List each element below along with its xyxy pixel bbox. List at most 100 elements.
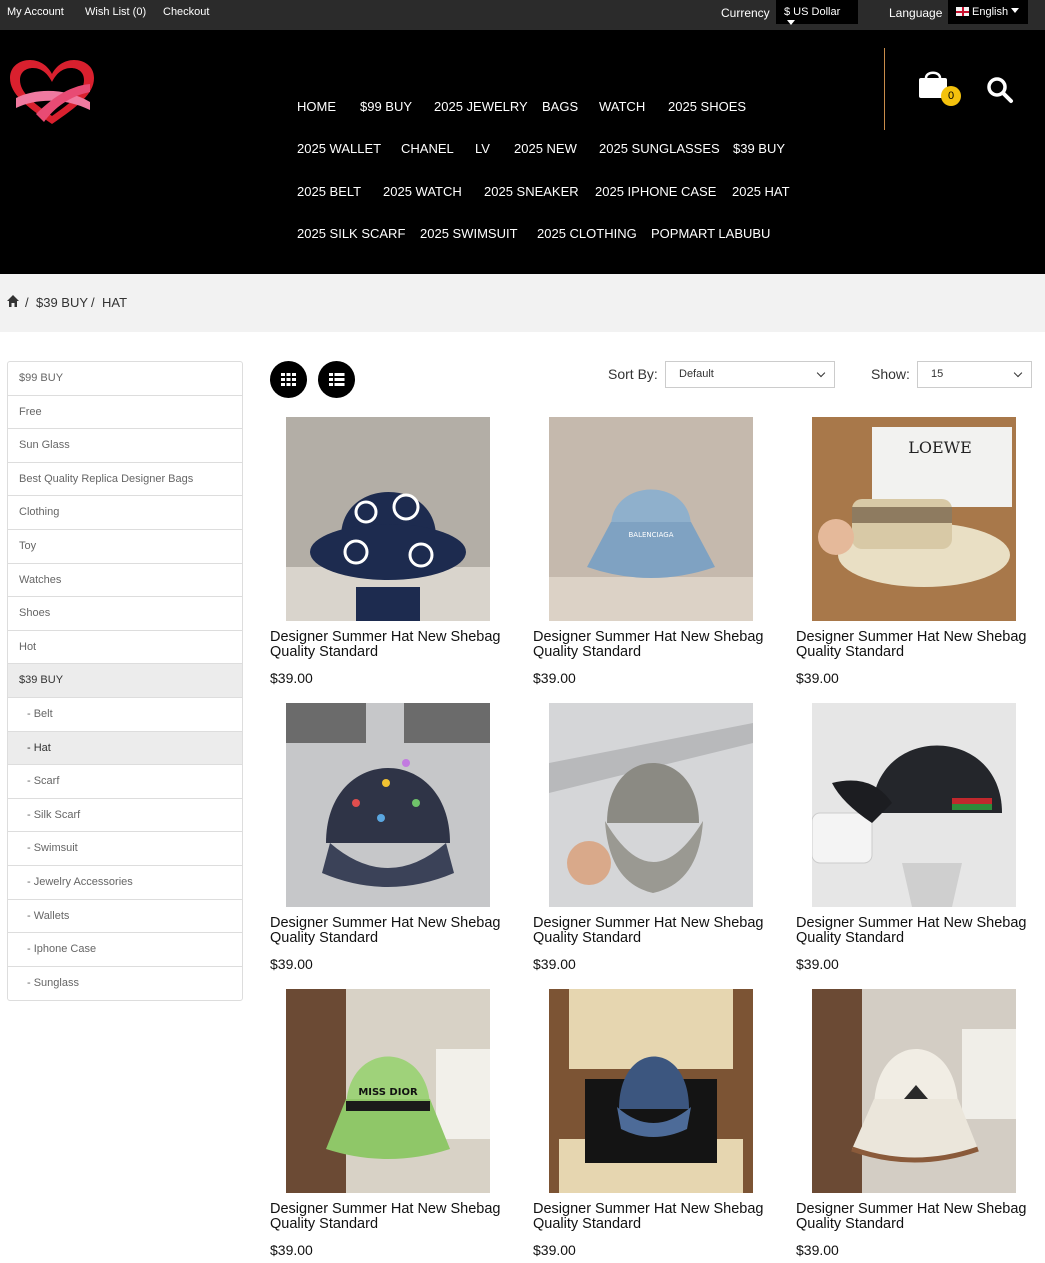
nav-2025-jewelry[interactable]: 2025 JEWELRY xyxy=(434,99,528,114)
product-price: $39.00 xyxy=(533,956,576,972)
language-value: English xyxy=(972,6,1009,18)
nav-bags[interactable]: BAGS xyxy=(542,99,578,114)
category-sidebar: $99 BUY Free Sun Glass Best Quality Repl… xyxy=(7,361,243,1002)
breadcrumb-hat[interactable]: HAT xyxy=(102,295,127,310)
sidebar-item-swimsuit[interactable]: - Swimsuit xyxy=(8,832,242,866)
breadcrumb-39-buy[interactable]: $39 BUY xyxy=(36,295,88,310)
sidebar-item-scarf[interactable]: - Scarf xyxy=(8,765,242,799)
product-card[interactable]: LOEWE Designer Summer Hat New Shebag Qual… xyxy=(796,417,1045,692)
product-card[interactable]: Designer Summer Hat New Shebag Quality St… xyxy=(533,989,783,1263)
show-label: Show: xyxy=(871,366,910,382)
monogram-cap-image xyxy=(286,703,490,907)
wish-list-link[interactable]: Wish List (0) xyxy=(85,6,146,18)
product-price: $39.00 xyxy=(533,1242,576,1258)
nav-2025-sunglasses[interactable]: 2025 SUNGLASSES xyxy=(599,141,720,156)
nav-lv[interactable]: LV xyxy=(475,141,490,156)
product-image[interactable] xyxy=(812,989,1016,1193)
product-name[interactable]: Designer Summer Hat New Shebag Quality St… xyxy=(270,630,520,660)
my-account-link[interactable]: My Account xyxy=(7,6,64,18)
product-price: $39.00 xyxy=(796,956,839,972)
sidebar-item-sunglass[interactable]: - Sunglass xyxy=(8,967,242,1001)
product-name[interactable]: Designer Summer Hat New Shebag Quality St… xyxy=(796,630,1045,660)
product-name[interactable]: Designer Summer Hat New Shebag Quality St… xyxy=(796,916,1045,946)
nav-2025-shoes[interactable]: 2025 SHOES xyxy=(668,99,746,114)
sidebar-item-hat[interactable]: - Hat xyxy=(8,731,242,766)
site-header: HOME $99 BUY 2025 JEWELRY BAGS WATCH 202… xyxy=(0,30,1045,274)
product-card[interactable]: Designer Summer Hat New Shebag Quality St… xyxy=(796,703,1045,978)
product-card[interactable]: Designer Summer Hat New Shebag Quality St… xyxy=(270,703,520,978)
product-card[interactable]: Designer Summer Hat New Shebag Quality St… xyxy=(270,417,520,692)
language-dropdown[interactable]: English xyxy=(948,0,1028,24)
nav-39-buy[interactable]: $39 BUY xyxy=(733,141,785,156)
white-bucket-hat-image xyxy=(812,989,1016,1193)
product-image[interactable] xyxy=(812,703,1016,907)
nav-popmart-labubu[interactable]: POPMART LABUBU xyxy=(651,226,770,241)
nav-2025-sneaker[interactable]: 2025 SNEAKER xyxy=(484,184,579,199)
product-image[interactable] xyxy=(549,989,753,1193)
nav-2025-belt[interactable]: 2025 BELT xyxy=(297,184,361,199)
product-image[interactable] xyxy=(286,417,490,621)
sidebar-item-watches[interactable]: Watches xyxy=(8,564,242,598)
product-image[interactable]: LOEWE xyxy=(812,417,1016,621)
product-name[interactable]: Designer Summer Hat New Shebag Quality St… xyxy=(533,1202,783,1232)
sidebar-item-jewelry-accessories[interactable]: - Jewelry Accessories xyxy=(8,866,242,900)
breadcrumb-separator: / xyxy=(91,295,95,310)
blue-cap-box-image xyxy=(549,989,753,1193)
header-divider xyxy=(884,48,885,130)
search-icon[interactable] xyxy=(986,76,1014,104)
nav-2025-silk-scarf[interactable]: 2025 SILK SCARF xyxy=(297,226,405,241)
product-image[interactable]: MISS DIOR xyxy=(286,989,490,1193)
product-image[interactable]: BALENCIAGA xyxy=(549,417,753,621)
sort-select[interactable]: Default xyxy=(665,361,835,388)
sidebar-item-belt[interactable]: - Belt xyxy=(8,698,242,732)
nav-2025-new[interactable]: 2025 NEW xyxy=(514,141,577,156)
product-name[interactable]: Designer Summer Hat New Shebag Quality St… xyxy=(533,630,783,660)
checkout-link[interactable]: Checkout xyxy=(163,6,209,18)
sidebar-item-wallets[interactable]: - Wallets xyxy=(8,900,242,934)
chevron-down-icon xyxy=(816,368,826,378)
sort-select-value: Default xyxy=(679,368,714,380)
nav-2025-hat[interactable]: 2025 HAT xyxy=(732,184,790,199)
nav-chanel[interactable]: CHANEL xyxy=(401,141,454,156)
nav-2025-wallet[interactable]: 2025 WALLET xyxy=(297,141,381,156)
product-name[interactable]: Designer Summer Hat New Shebag Quality St… xyxy=(270,916,520,946)
top-bar: My Account Wish List (0) Checkout Curren… xyxy=(0,0,1045,30)
nav-watch[interactable]: WATCH xyxy=(599,99,645,114)
nav-2025-iphone-case[interactable]: 2025 IPHONE CASE xyxy=(595,184,716,199)
list-icon xyxy=(329,373,345,386)
home-icon[interactable] xyxy=(6,294,20,308)
product-name[interactable]: Designer Summer Hat New Shebag Quality St… xyxy=(533,916,783,946)
product-name[interactable]: Designer Summer Hat New Shebag Quality St… xyxy=(796,1202,1045,1232)
product-name[interactable]: Designer Summer Hat New Shebag Quality St… xyxy=(270,1202,520,1232)
product-price: $39.00 xyxy=(270,956,313,972)
sidebar-item-designer-bags[interactable]: Best Quality Replica Designer Bags xyxy=(8,463,242,497)
nav-2025-watch[interactable]: 2025 WATCH xyxy=(383,184,462,199)
product-image[interactable] xyxy=(286,703,490,907)
sidebar-item-shoes[interactable]: Shoes xyxy=(8,597,242,631)
nav-2025-clothing[interactable]: 2025 CLOTHING xyxy=(537,226,637,241)
product-card[interactable]: BALENCIAGA Designer Summer Hat New Sheba… xyxy=(533,417,783,692)
product-price: $39.00 xyxy=(270,1242,313,1258)
sidebar-item-iphone-case[interactable]: - Iphone Case xyxy=(8,933,242,967)
product-card[interactable]: Designer Summer Hat New Shebag Quality St… xyxy=(533,703,783,978)
heart-logo[interactable] xyxy=(6,58,98,130)
sidebar-item-toy[interactable]: Toy xyxy=(8,530,242,564)
sidebar-item-free[interactable]: Free xyxy=(8,396,242,430)
caret-down-icon xyxy=(1011,8,1020,13)
nav-2025-swimsuit[interactable]: 2025 SWIMSUIT xyxy=(420,226,518,241)
list-view-button[interactable] xyxy=(318,361,355,398)
nav-home[interactable]: HOME xyxy=(297,99,336,114)
product-card[interactable]: MISS DIOR Designer Summer Hat New Shebag… xyxy=(270,989,520,1263)
product-card[interactable]: Designer Summer Hat New Shebag Quality St… xyxy=(796,989,1045,1263)
sidebar-item-silk-scarf[interactable]: - Silk Scarf xyxy=(8,799,242,833)
currency-dropdown[interactable]: $ US Dollar xyxy=(776,0,858,25)
sidebar-item-99-buy[interactable]: $99 BUY xyxy=(8,362,242,396)
grid-view-button[interactable] xyxy=(270,361,307,398)
sidebar-item-39-buy[interactable]: $39 BUY xyxy=(8,664,242,698)
sidebar-item-clothing[interactable]: Clothing xyxy=(8,496,242,530)
sidebar-item-sun-glass[interactable]: Sun Glass xyxy=(8,429,242,463)
show-select[interactable]: 15 xyxy=(917,361,1032,388)
product-image[interactable] xyxy=(549,703,753,907)
nav-99-buy[interactable]: $99 BUY xyxy=(360,99,412,114)
sidebar-item-hot[interactable]: Hot xyxy=(8,631,242,665)
